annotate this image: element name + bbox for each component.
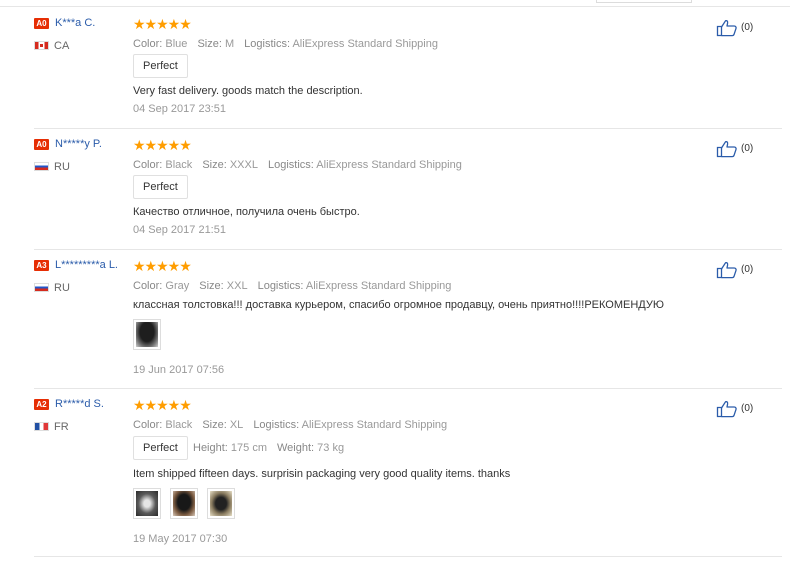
- star-rating: ★★★★★: [133, 137, 192, 153]
- height-label: Height:: [193, 442, 228, 454]
- order-attributes: Color: Blue Size: M Logistics: AliExpress …: [133, 38, 438, 50]
- review-photo[interactable]: [133, 488, 161, 519]
- like-count: (0): [741, 403, 754, 414]
- buyer-measurements: Height: 175 cm Weight: 73 kg: [193, 442, 344, 454]
- review-photo[interactable]: [170, 488, 198, 519]
- review-date: 19 May 2017 07:30: [133, 533, 228, 545]
- color-value: Gray: [165, 280, 190, 292]
- reviewer-country: RU: [54, 161, 70, 173]
- thumbs-up-icon[interactable]: [716, 261, 738, 279]
- reviewer-country: CA: [54, 40, 70, 52]
- review-text: Very fast delivery. goods match the desc…: [133, 85, 363, 97]
- like-count: (0): [741, 264, 754, 275]
- logistics-value: AliExpress Standard Shipping: [301, 419, 448, 431]
- weight-value: 73 kg: [317, 442, 345, 454]
- like-count: (0): [741, 22, 754, 33]
- order-attributes: Color: Gray Size: XXL Logistics: AliExpres…: [133, 280, 451, 292]
- size-value: XXL: [226, 280, 248, 292]
- review-text: Item shipped fifteen days. surprisin pac…: [133, 468, 511, 480]
- color-value: Black: [165, 419, 193, 431]
- size-label: Size:: [197, 38, 222, 50]
- color-value: Blue: [165, 38, 188, 50]
- reviewer-name: K***a C.: [55, 17, 96, 29]
- logistics-value: AliExpress Standard Shipping: [316, 159, 462, 171]
- star-rating: ★★★★★: [133, 397, 192, 413]
- review-item: A0 N*****y P. RU ★★★★★ Color: Black Size:…: [34, 129, 782, 250]
- size-label: Size:: [202, 159, 227, 171]
- reviewer-country: FR: [54, 421, 69, 433]
- thumbs-up-icon[interactable]: [716, 400, 738, 418]
- buyer-level-badge: A2: [34, 399, 49, 410]
- star-rating: ★★★★★: [133, 16, 192, 32]
- reviewer-name: N*****y P.: [55, 138, 102, 150]
- color-label: Color:: [133, 38, 163, 50]
- review-tag: Perfect: [133, 54, 188, 78]
- review-item: A0 K***a C. CA ★★★★★ Color: Blue Size: ML…: [34, 8, 782, 129]
- review-date: 04 Sep 2017 23:51: [133, 103, 226, 115]
- review-photo[interactable]: [133, 319, 161, 350]
- size-value: XXXL: [229, 159, 258, 171]
- review-item: A3 L*********a L. RU ★★★★★ Color: Gray Si…: [34, 250, 782, 389]
- logistics-label: Logistics:: [244, 38, 290, 50]
- thumbs-up-icon[interactable]: [716, 19, 738, 37]
- review-photo[interactable]: [207, 488, 235, 519]
- color-label: Color:: [133, 419, 163, 431]
- size-value: M: [224, 38, 235, 50]
- logistics-label: Logistics:: [267, 159, 314, 171]
- order-attributes: Color: Black Size: XXXL Logistics: AliExpr…: [133, 159, 462, 171]
- review-date: 04 Sep 2017 21:51: [133, 224, 226, 236]
- thumbs-up-icon[interactable]: [716, 140, 738, 158]
- logistics-label: Logistics:: [257, 280, 304, 292]
- logistics-value: AliExpress Standard Shipping: [292, 38, 438, 50]
- review-date: 19 Jun 2017 07:56: [133, 364, 225, 376]
- sort-dropdown[interactable]: [596, 0, 692, 3]
- buyer-level-badge: A0: [34, 139, 49, 150]
- like-count: (0): [741, 143, 754, 154]
- review-item: A2 R*****d S. FR ★★★★★ Color: Black Size:…: [34, 389, 782, 557]
- size-label: Size:: [199, 280, 224, 292]
- review-text: Качество отличное, получила очень быстро…: [133, 206, 360, 218]
- logistics-label: Logistics:: [253, 419, 300, 431]
- reviewer-name: L*********a L.: [55, 259, 118, 271]
- height-value: 175 cm: [230, 442, 267, 454]
- color-value: Black: [165, 159, 193, 171]
- color-label: Color:: [133, 280, 163, 292]
- logistics-value: AliExpress Standard Shipping: [305, 280, 452, 292]
- flag-icon: [34, 162, 49, 171]
- review-tag: Perfect: [133, 175, 188, 199]
- flag-icon: [34, 41, 49, 50]
- reviewer-country: RU: [54, 282, 70, 294]
- review-tag: Perfect: [133, 436, 188, 460]
- reviewer-name: R*****d S.: [55, 398, 104, 410]
- color-label: Color:: [133, 159, 163, 171]
- buyer-level-badge: A0: [34, 18, 49, 29]
- review-text: классная толстовка!!! доставка курьером,…: [133, 299, 664, 311]
- buyer-level-badge: A3: [34, 260, 49, 271]
- size-value: XL: [229, 419, 244, 431]
- flag-icon: [34, 422, 49, 431]
- weight-label: Weight:: [277, 442, 315, 454]
- size-label: Size:: [202, 419, 227, 431]
- flag-icon: [34, 283, 49, 292]
- star-rating: ★★★★★: [133, 258, 192, 274]
- order-attributes: Color: Black Size: XL Logistics: AliExpres…: [133, 419, 447, 431]
